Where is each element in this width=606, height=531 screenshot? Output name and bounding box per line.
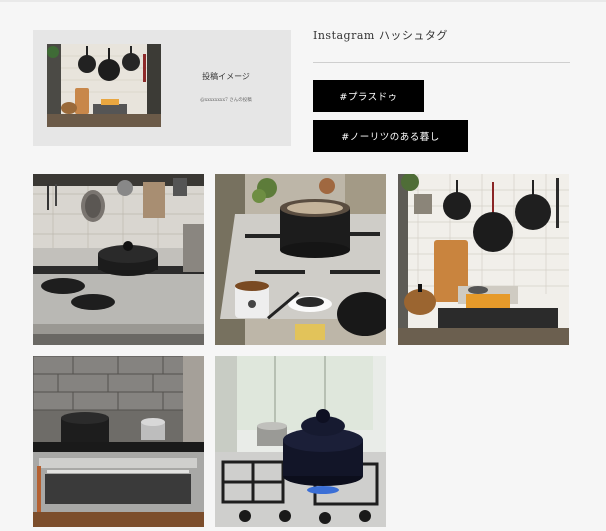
hashtag-button-noritz[interactable]: #ノーリツのある暮し — [313, 120, 468, 152]
preview-thumbnail — [47, 44, 161, 127]
gallery-photo-4[interactable] — [33, 356, 204, 527]
gallery-photo-1[interactable] — [33, 174, 204, 345]
title-divider — [313, 62, 570, 63]
top-border — [0, 0, 606, 2]
preview-sub-label: @xxxxxxxx7 さんの投稿 — [200, 98, 252, 103]
post-preview-card: 投稿イメージ @xxxxxxxx7 さんの投稿 — [33, 30, 291, 146]
page-title: Instagram ハッシュタグ — [313, 29, 448, 42]
page: 投稿イメージ @xxxxxxxx7 さんの投稿 Instagram ハッシュタグ… — [0, 0, 606, 531]
hashtag-button-plusdo[interactable]: #プラスドゥ — [313, 80, 424, 112]
gallery-photo-2[interactable] — [215, 174, 386, 345]
gallery-photo-5[interactable] — [215, 356, 386, 527]
preview-label: 投稿イメージ — [202, 72, 250, 81]
gallery-photo-3[interactable] — [398, 174, 569, 345]
